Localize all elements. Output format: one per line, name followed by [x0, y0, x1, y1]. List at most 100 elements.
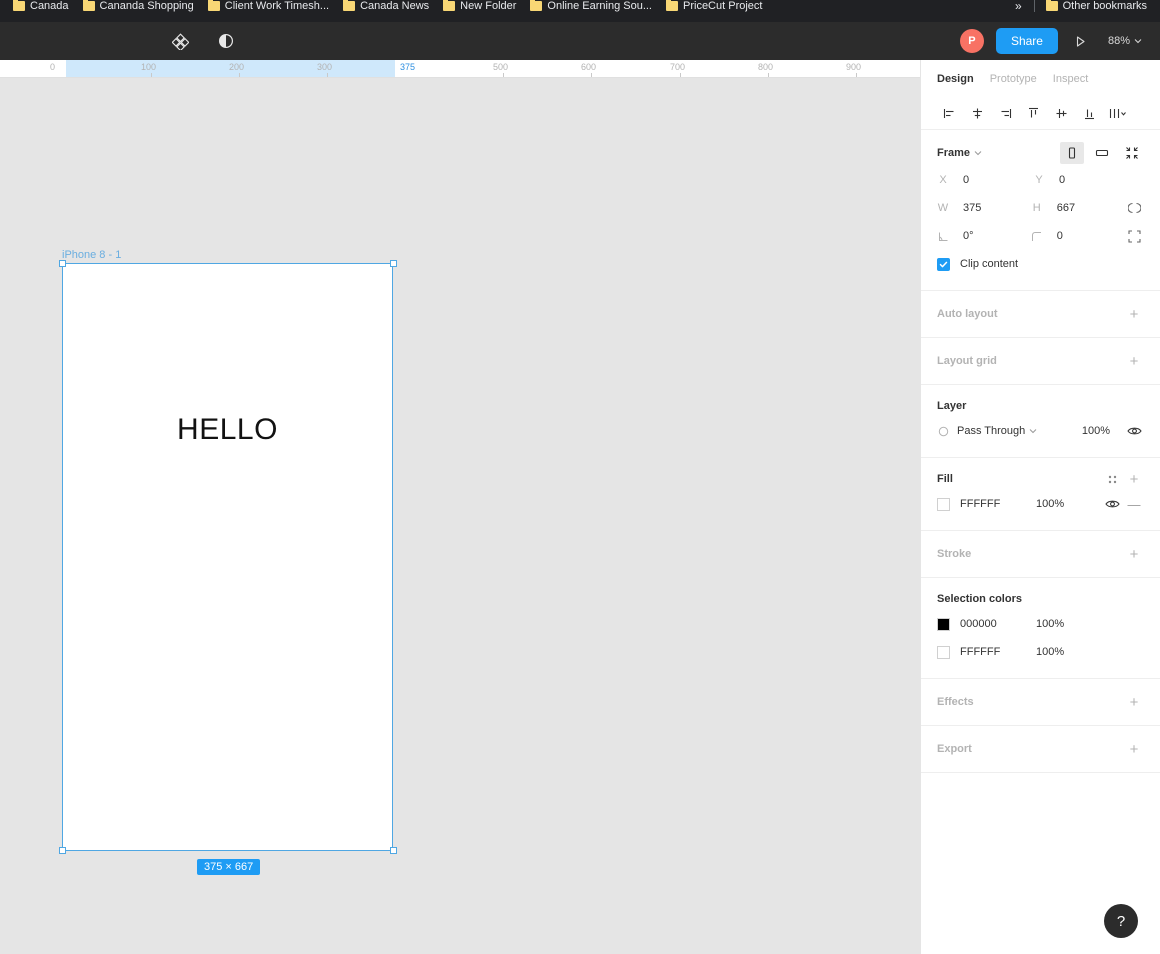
ruler-tick: 200	[229, 62, 245, 72]
ruler-tick-active: 375	[400, 62, 416, 72]
components-icon[interactable]	[168, 29, 192, 53]
tab-prototype[interactable]: Prototype	[990, 73, 1037, 85]
bookmark-label: New Folder	[460, 0, 517, 12]
zoom-level-control[interactable]: 88%	[1104, 35, 1142, 47]
bookmarks-overflow-button[interactable]: »	[1007, 0, 1030, 13]
blend-mode-select[interactable]: Pass Through	[957, 425, 1037, 437]
clip-content-row[interactable]: Clip content	[937, 250, 1144, 278]
stroke-section: Stroke +	[921, 531, 1160, 578]
selection-color-row: 000000 100%	[937, 610, 1144, 638]
add-layout-grid-button[interactable]: +	[1124, 351, 1144, 371]
align-top-icon[interactable]	[1019, 102, 1047, 126]
bookmark-item[interactable]: Online Earning Sou...	[523, 0, 659, 21]
resize-handle-bottom-left[interactable]	[59, 847, 66, 854]
ruler-tick: 900	[846, 62, 862, 72]
styles-icon[interactable]	[1102, 469, 1122, 489]
align-left-icon[interactable]	[935, 102, 963, 126]
selection-color-swatch[interactable]	[937, 645, 950, 659]
align-bottom-icon[interactable]	[1075, 102, 1103, 126]
stroke-title: Stroke	[937, 548, 972, 560]
eye-icon[interactable]	[1102, 494, 1122, 514]
bookmark-label: Cananda Shopping	[99, 0, 194, 12]
tab-inspect[interactable]: Inspect	[1053, 73, 1088, 85]
dimension-badge: 375 × 667	[197, 859, 261, 875]
height-input[interactable]: 667	[1052, 199, 1092, 217]
add-stroke-button[interactable]: +	[1124, 544, 1144, 564]
width-input[interactable]: 375	[958, 199, 998, 217]
frame-section-title[interactable]: Frame	[937, 147, 982, 159]
clip-content-checkbox[interactable]	[937, 257, 950, 271]
panel-tabs: Design Prototype Inspect	[921, 60, 1160, 98]
selection-color-opacity[interactable]: 100%	[1036, 646, 1064, 658]
ruler-tick: 700	[670, 62, 686, 72]
rotation-icon	[937, 231, 949, 242]
landscape-icon[interactable]	[1090, 142, 1114, 164]
selection-color-hex[interactable]: FFFFFF	[960, 646, 1026, 658]
folder-icon	[443, 0, 456, 11]
bookmark-item[interactable]: Cananda Shopping	[76, 0, 201, 21]
add-export-button[interactable]: +	[1124, 739, 1144, 759]
ruler-mark	[151, 73, 152, 77]
position-row: X 0 Y 0	[937, 166, 1144, 194]
chevron-down-icon	[1134, 39, 1142, 44]
constrain-proportions-icon[interactable]	[1124, 198, 1144, 218]
resize-handle-top-left[interactable]	[59, 260, 66, 267]
selection-color-swatch[interactable]	[937, 617, 950, 631]
mask-icon[interactable]	[214, 29, 238, 53]
play-icon[interactable]	[1070, 30, 1092, 52]
selection-color-hex[interactable]: 000000	[960, 618, 1026, 630]
frame-title-label: Frame	[937, 147, 971, 159]
layer-opacity-input[interactable]: 100%	[1082, 425, 1110, 437]
bookmark-item[interactable]: New Folder	[436, 0, 523, 21]
share-button[interactable]: Share	[995, 28, 1058, 54]
bookmark-item[interactable]: Client Work Timesh...	[201, 0, 336, 21]
corner-radius-input[interactable]: 0	[1052, 227, 1092, 245]
portrait-icon[interactable]	[1060, 142, 1084, 164]
folder-icon	[13, 0, 25, 11]
h-label: H	[1032, 202, 1041, 214]
resize-to-fit-icon[interactable]	[1120, 142, 1144, 164]
help-button[interactable]: ?	[1104, 904, 1138, 938]
bookmark-item[interactable]: PriceCut Project	[659, 0, 769, 21]
selection-colors-section: Selection colors 000000 100% FFFFFF 100%	[921, 578, 1160, 679]
independent-corners-icon[interactable]	[1124, 226, 1144, 246]
eye-icon[interactable]	[1124, 421, 1144, 441]
chevron-down-icon	[974, 151, 982, 156]
resize-handle-bottom-right[interactable]	[390, 847, 397, 854]
size-row: W 375 H 667	[937, 194, 1144, 222]
y-input[interactable]: 0	[1054, 171, 1094, 189]
design-canvas[interactable]: iPhone 8 - 1 HELLO 375 × 667	[0, 78, 920, 954]
auto-layout-title: Auto layout	[937, 308, 998, 320]
add-auto-layout-button[interactable]: +	[1124, 304, 1144, 324]
folder-icon	[82, 0, 95, 11]
frame-iphone-8-1[interactable]: HELLO	[62, 263, 393, 851]
align-right-icon[interactable]	[991, 102, 1019, 126]
chevron-down-icon	[1029, 429, 1037, 434]
fill-section: Fill + FFFFFF 100% —	[921, 458, 1160, 531]
bookmark-item[interactable]: Canada	[6, 0, 76, 21]
bookmark-item[interactable]: Canada News	[336, 0, 436, 21]
selection-color-opacity[interactable]: 100%	[1036, 618, 1064, 630]
x-input[interactable]: 0	[958, 171, 998, 189]
add-effect-button[interactable]: +	[1124, 692, 1144, 712]
remove-fill-button[interactable]: —	[1124, 494, 1144, 514]
tab-design[interactable]: Design	[937, 73, 974, 85]
ruler-tick: 300	[317, 62, 333, 72]
fill-color-swatch[interactable]	[937, 497, 950, 511]
rotation-radius-row: 0° 0	[937, 222, 1144, 250]
ruler-tick: 800	[758, 62, 774, 72]
distribute-icon[interactable]	[1103, 102, 1131, 126]
align-horizontal-center-icon[interactable]	[963, 102, 991, 126]
rotation-input[interactable]: 0°	[958, 227, 998, 245]
other-bookmarks-button[interactable]: Other bookmarks	[1039, 0, 1154, 21]
resize-handle-top-right[interactable]	[390, 260, 397, 267]
add-fill-button[interactable]: +	[1124, 469, 1144, 489]
hello-text-layer[interactable]: HELLO	[63, 413, 392, 447]
align-vertical-center-icon[interactable]	[1047, 102, 1075, 126]
design-panel: Design Prototype Inspect Frame X 0 Y 0 W…	[920, 60, 1160, 954]
frame-name-label[interactable]: iPhone 8 - 1	[62, 249, 121, 261]
fill-hex-input[interactable]: FFFFFF	[960, 498, 1026, 510]
user-avatar[interactable]: P	[959, 29, 984, 53]
fill-opacity-input[interactable]: 100%	[1036, 498, 1064, 510]
frame-section: Frame X 0 Y 0 W 375 H 667 0° 0 Clip cont…	[921, 130, 1160, 291]
